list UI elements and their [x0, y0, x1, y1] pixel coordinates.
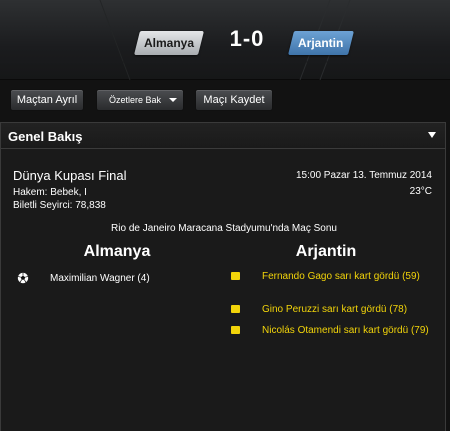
view-highlights-label: Özetlere Bak	[109, 95, 162, 105]
venue-status: Rio de Janeiro Maracana Stadyumu'nda Maç…	[111, 223, 337, 234]
away-card-event: Fernando Gago sarı kart gördü (59)	[262, 271, 420, 282]
overview-panel: Genel Bakış Dünya Kupası Final Hakem: Be…	[0, 122, 446, 431]
collapse-triangle-icon[interactable]	[428, 132, 436, 138]
away-team-name: Arjantin	[298, 36, 344, 50]
away-card-event: Nicolás Otamendi sarı kart gördü (79)	[262, 325, 429, 336]
football-icon	[17, 272, 29, 284]
chevron-down-icon	[169, 98, 177, 102]
away-team-badge[interactable]: Arjantin	[288, 31, 354, 55]
home-team-heading: Almanya	[83, 243, 151, 260]
match-header: Almanya 1-0 Arjantin	[0, 0, 450, 80]
leave-match-button[interactable]: Maçtan Ayrıl	[10, 89, 84, 111]
home-team-name: Almanya	[143, 36, 195, 50]
competition-title: Dünya Kupası Final	[13, 168, 127, 183]
match-datetime: 15:00 Pazar 13. Temmuz 2014	[295, 170, 432, 181]
panel-title: Genel Bakış	[8, 129, 83, 144]
match-temperature: 23°C	[409, 186, 432, 197]
view-highlights-dropdown[interactable]: Özetlere Bak	[96, 89, 184, 111]
home-team-badge[interactable]: Almanya	[134, 31, 204, 55]
home-goal-event: Maximilian Wagner (4)	[50, 273, 150, 284]
save-match-button[interactable]: Maçı Kaydet	[195, 89, 273, 111]
toolbar: Maçtan Ayrıl Özetlere Bak Maçı Kaydet	[0, 81, 450, 119]
match-score: 1-0	[229, 26, 265, 51]
yellow-card-icon	[231, 272, 240, 280]
yellow-card-icon	[231, 326, 240, 334]
referee-info: Hakem: Bebek, I	[13, 187, 87, 198]
away-team-heading: Arjantin	[295, 243, 357, 260]
overview-panel-header[interactable]: Genel Bakış	[1, 123, 445, 149]
away-card-event: Gino Peruzzi sarı kart gördü (78)	[262, 304, 408, 315]
yellow-card-icon	[231, 305, 240, 313]
attendance-info: Biletli Seyirci: 78,838	[13, 200, 106, 211]
